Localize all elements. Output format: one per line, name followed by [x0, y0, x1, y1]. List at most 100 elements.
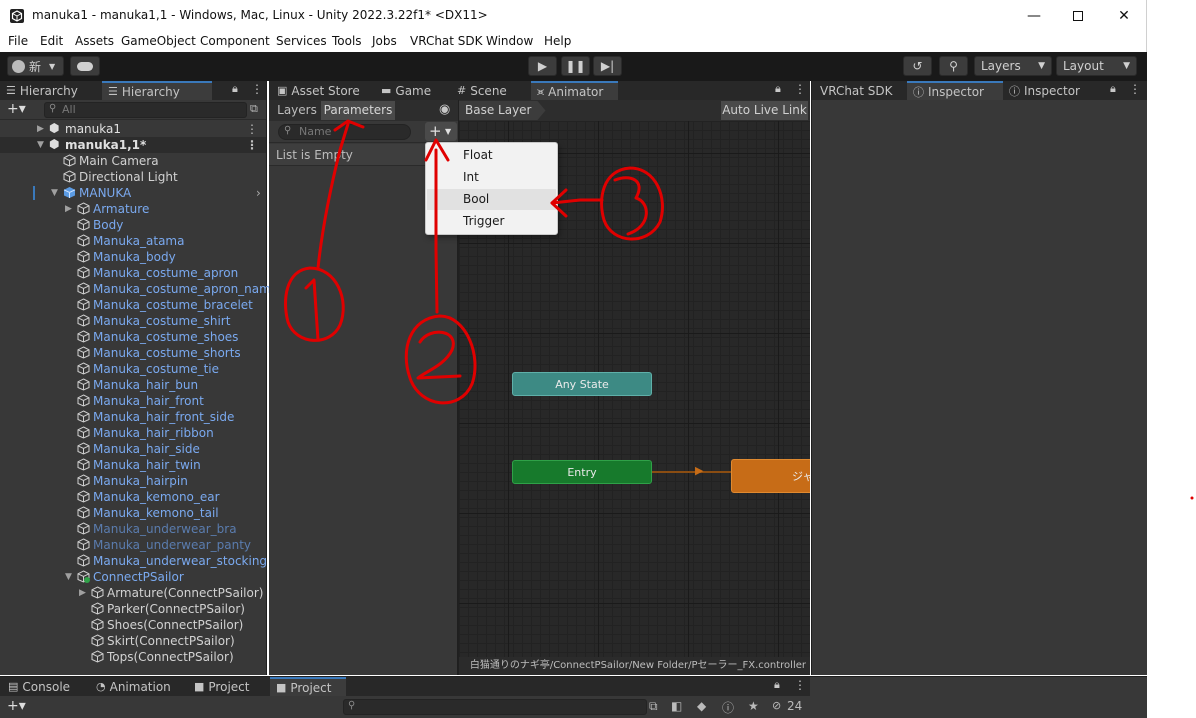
close-button[interactable]: ✕ [1101, 0, 1147, 32]
tree-item[interactable]: Tops(ConnectPSailor) [0, 649, 266, 665]
tab-asset-store[interactable]: ▣ Asset Store [271, 81, 366, 100]
tree-item[interactable]: ▼ ConnectPSailor [0, 569, 266, 585]
menu-jobs[interactable]: Jobs [372, 34, 397, 48]
tree-item[interactable]: Manuka_costume_tie [0, 361, 266, 377]
add-icon[interactable]: +▾ [7, 101, 26, 117]
tree-item[interactable]: Manuka_costume_bracelet [0, 297, 266, 313]
tab-hierarchy[interactable]: ☰ Hierarchy [0, 81, 102, 100]
tab-project-active[interactable]: ■ Project [270, 677, 346, 696]
step-button[interactable]: ▶| [593, 56, 622, 76]
more-menu-icon[interactable]: ⋮ [1129, 82, 1141, 96]
tree-item[interactable]: Manuka_costume_shirt [0, 313, 266, 329]
pause-button[interactable]: ❚❚ [561, 56, 590, 76]
tree-item[interactable]: Manuka_underwear_panty [0, 537, 266, 553]
add-parameter-button[interactable]: + ▼ [425, 122, 457, 141]
tree-item[interactable]: Manuka_underwear_bra [0, 521, 266, 537]
auto-live-link-button[interactable]: Auto Live Link [721, 101, 808, 120]
tab-inspector[interactable]: ⓘ Inspector [1003, 81, 1086, 100]
lock-icon[interactable]: 🔒︎ [774, 678, 780, 692]
hierarchy-search-input[interactable]: ⚲ All [44, 102, 247, 118]
filter-type-icon[interactable]: ◧ [671, 699, 682, 713]
hidden-packages-icon[interactable]: ⊘ [772, 699, 781, 712]
account-dropdown[interactable]: 新 ▼ [7, 56, 64, 76]
menu-tools[interactable]: Tools [332, 34, 362, 48]
entry-node[interactable]: Entry [512, 460, 652, 484]
add-icon[interactable]: +▾ [7, 698, 26, 714]
lock-icon[interactable]: 🔒︎ [1110, 82, 1116, 96]
tree-item[interactable]: Manuka_costume_shorts [0, 345, 266, 361]
tree-item[interactable]: Manuka_hair_ribbon [0, 425, 266, 441]
tab-hierarchy-active[interactable]: ☰ Hierarchy [102, 81, 212, 100]
star-icon[interactable]: ★ [748, 699, 759, 713]
tab-animator[interactable]: ⪤ Animator [531, 81, 618, 100]
menu-vrchat-sdk[interactable]: VRChat SDK [410, 34, 483, 48]
expand-icon[interactable]: ▼ [65, 569, 72, 585]
tree-item[interactable]: ▶ Armature [0, 201, 266, 217]
more-menu-icon[interactable]: ⋮ [794, 678, 806, 692]
tree-item[interactable]: Manuka_hair_twin [0, 457, 266, 473]
menu-component[interactable]: Component [200, 34, 270, 48]
more-menu-icon[interactable]: ⋮ [251, 82, 263, 96]
menu-item-bool[interactable]: Bool [427, 189, 556, 210]
subtab-parameters[interactable]: Parameters [321, 101, 395, 120]
tab-console[interactable]: ▤ Console [2, 677, 76, 696]
maximize-button[interactable] [1055, 0, 1101, 32]
history-button[interactable]: ↺ [903, 56, 932, 76]
expand-icon[interactable]: ▶ [79, 585, 86, 601]
parameter-name-search[interactable]: ⚲ Name [278, 124, 411, 140]
tree-item[interactable]: Manuka_underwear_stocking [0, 553, 267, 569]
tab-animation[interactable]: ◔ Animation [90, 677, 177, 696]
subtab-layers[interactable]: Layers [273, 101, 321, 120]
menu-edit[interactable]: Edit [40, 34, 63, 48]
play-button[interactable]: ▶ [528, 56, 557, 76]
tree-item[interactable]: Manuka_kemono_ear [0, 489, 266, 505]
menu-file[interactable]: File [8, 34, 28, 48]
tab-project[interactable]: ■ Project [188, 677, 255, 696]
menu-item-int[interactable]: Int [427, 167, 556, 188]
tree-item[interactable]: Body [0, 217, 266, 233]
label-tag-icon[interactable]: ◆ [697, 699, 706, 713]
search-button[interactable]: ⚲ [939, 56, 968, 76]
cloud-button[interactable] [70, 56, 100, 76]
menu-assets[interactable]: Assets [75, 34, 114, 48]
tab-scene[interactable]: # Scene [451, 81, 513, 100]
breadcrumb-base-layer[interactable]: Base Layer [459, 101, 546, 120]
tab-vrchat-sdk[interactable]: VRChat SDK [814, 81, 899, 100]
tree-item[interactable]: Parker(ConnectPSailor) [0, 601, 266, 617]
project-search-input[interactable]: ⚲ [343, 699, 647, 715]
tree-item[interactable]: Manuka_costume_shoes [0, 329, 266, 345]
warning-icon[interactable]: ⓘ [722, 699, 734, 716]
tab-inspector-active[interactable]: ⓘ Inspector [907, 81, 1003, 100]
tree-item[interactable]: Manuka_body [0, 249, 266, 265]
scene-visibility-icon[interactable]: ⧉ [250, 102, 258, 116]
tree-item[interactable]: Manuka_hair_bun [0, 377, 266, 393]
eye-icon[interactable]: ◉ [439, 102, 450, 117]
tree-item[interactable]: Manuka_atama [0, 233, 266, 249]
any-state-node[interactable]: Any State [512, 372, 652, 396]
tree-item[interactable]: Manuka_hair_front [0, 393, 266, 409]
search-scope-icon[interactable]: ⧉ [649, 699, 658, 714]
minimize-button[interactable]: — [1011, 0, 1057, 32]
tree-item[interactable]: Manuka_costume_apron_name [0, 281, 278, 297]
tab-game[interactable]: ▬ Game [375, 81, 437, 100]
expand-icon[interactable]: ▶ [65, 201, 72, 217]
menu-item-trigger[interactable]: Trigger [427, 211, 556, 232]
lock-icon[interactable]: 🔒︎ [775, 82, 781, 96]
more-menu-icon[interactable]: ⋮ [794, 82, 806, 96]
menu-services[interactable]: Services [276, 34, 327, 48]
menu-item-float[interactable]: Float [427, 145, 556, 166]
menu-gameobject[interactable]: GameObject [121, 34, 196, 48]
menu-window[interactable]: Window [486, 34, 533, 48]
tree-item[interactable]: Manuka_hair_side [0, 441, 266, 457]
menu-help[interactable]: Help [544, 34, 571, 48]
tree-item[interactable]: ▶ Armature(ConnectPSailor) [0, 585, 266, 601]
tree-item[interactable]: Manuka_kemono_tail [0, 505, 266, 521]
layers-dropdown[interactable]: Layers ▼ [974, 56, 1052, 76]
tree-item[interactable]: Shoes(ConnectPSailor) [0, 617, 266, 633]
tree-item[interactable]: Manuka_costume_apron [0, 265, 266, 281]
tree-item[interactable]: Skirt(ConnectPSailor) [0, 633, 266, 649]
tree-item[interactable]: Manuka_hairpin [0, 473, 266, 489]
layout-dropdown[interactable]: Layout ▼ [1056, 56, 1137, 76]
default-state-node[interactable]: ジャ [731, 459, 810, 493]
lock-icon[interactable]: 🔒︎ [232, 82, 238, 96]
